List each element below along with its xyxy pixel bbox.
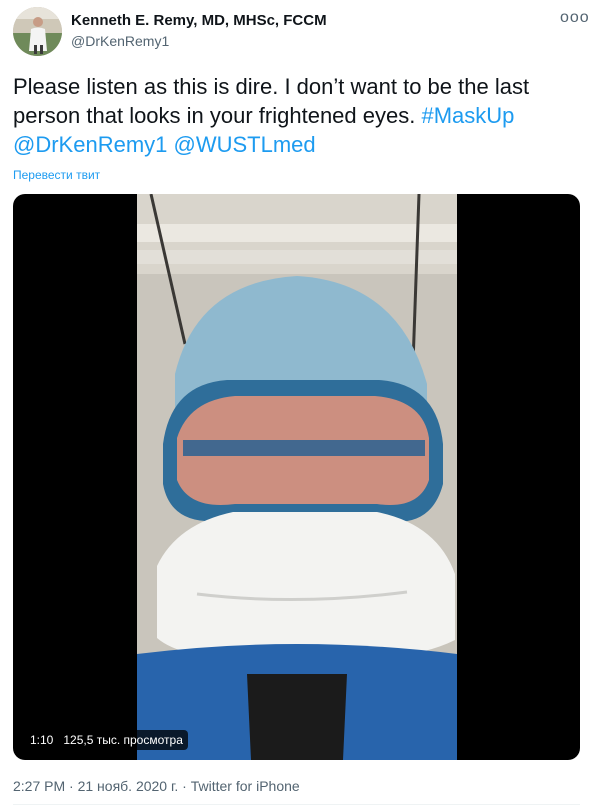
video-view-count: 125,5 тыс. просмотра	[63, 733, 183, 747]
tweet-metadata: 2:27 PM · 21 нояб. 2020 г. · Twitter for…	[13, 778, 300, 794]
mention-link-drkenremy1[interactable]: @DrKenRemy1	[13, 132, 167, 157]
video-duration: 1:10	[30, 733, 54, 747]
meta-separator: ·	[65, 778, 78, 794]
tweet-date[interactable]: 21 нояб. 2020 г.	[78, 778, 179, 794]
video-player[interactable]: 1:10 125,5 тыс. просмотра	[13, 194, 580, 760]
video-stats-badge: 1:10 125,5 тыс. просмотра	[25, 730, 188, 750]
tweet-text: Please listen as this is dire. I don’t w…	[13, 72, 578, 159]
video-frame	[137, 194, 457, 760]
author-avatar[interactable]	[13, 7, 62, 56]
author-handle[interactable]: @DrKenRemy1	[71, 33, 169, 49]
meta-separator: ·	[178, 778, 191, 794]
tweet-time[interactable]: 2:27 PM	[13, 778, 65, 794]
divider	[13, 804, 580, 805]
tweet: Kenneth E. Remy, MD, MHSc, FCCM @DrKenRe…	[0, 0, 593, 812]
translate-tweet-link[interactable]: Перевести твит	[13, 168, 100, 182]
mention-link-wustlmed[interactable]: @WUSTLmed	[174, 132, 316, 157]
tweet-client[interactable]: Twitter for iPhone	[191, 778, 300, 794]
person-photo-icon	[13, 7, 62, 56]
more-dots-icon[interactable]: ooo	[560, 9, 589, 29]
hashtag-link[interactable]: #MaskUp	[421, 103, 514, 128]
author-name[interactable]: Kenneth E. Remy, MD, MHSc, FCCM	[71, 12, 327, 29]
